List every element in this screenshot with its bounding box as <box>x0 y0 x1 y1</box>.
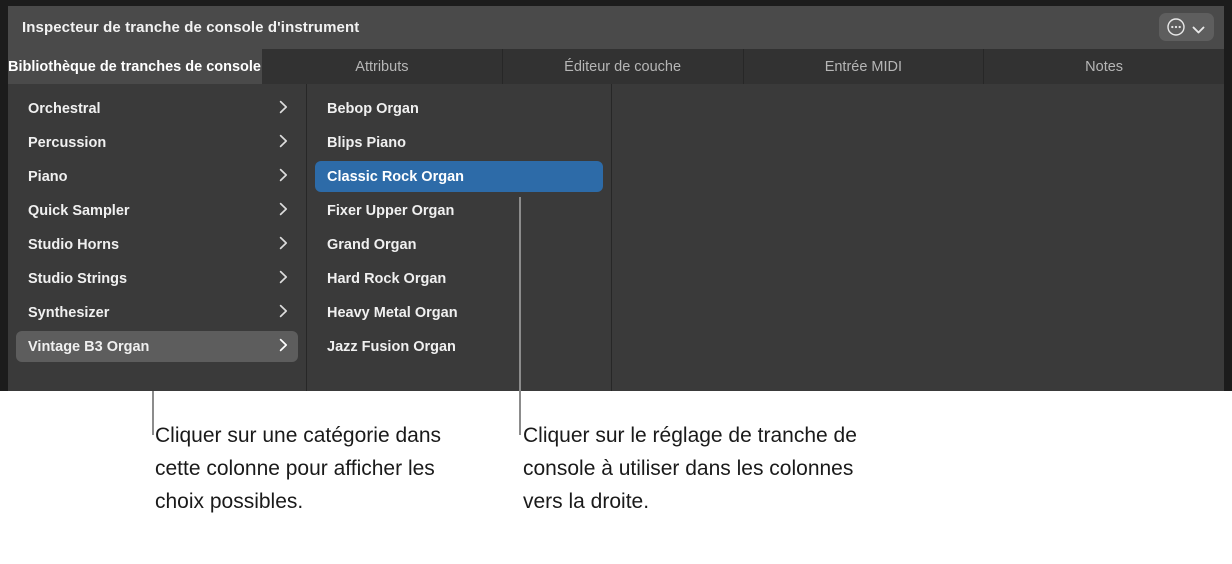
list-item-label: Classic Rock Organ <box>327 168 464 185</box>
tab-label: Notes <box>1085 58 1124 75</box>
list-item-label: Studio Horns <box>28 236 120 253</box>
inspector-tabbar: Bibliothèque de tranches de console Attr… <box>8 49 1224 84</box>
callout-text-categories: Cliquer sur une catégorie dans cette col… <box>155 424 442 513</box>
chevron-right-icon <box>279 338 288 356</box>
chevron-right-icon <box>279 270 288 288</box>
list-item-label: Percussion <box>28 134 107 151</box>
list-item[interactable]: Blips Piano <box>315 127 603 158</box>
callout-annotations: Cliquer sur une catégorie dans cette col… <box>0 197 1232 564</box>
tab-label: Entrée MIDI <box>824 58 903 75</box>
chevron-right-icon <box>279 100 288 118</box>
chevron-right-icon <box>279 168 288 186</box>
ellipsis-circle-icon <box>1167 18 1185 41</box>
list-item-label: Bebop Organ <box>327 100 419 117</box>
chevron-right-icon <box>279 134 288 152</box>
list-item[interactable]: Bebop Organ <box>315 93 603 124</box>
list-item-label: Studio Strings <box>28 270 128 287</box>
list-item-label: Synthesizer <box>28 304 110 321</box>
window-frame: Inspecteur de tranche de console d'instr… <box>8 6 1224 391</box>
tab-attributes[interactable]: Attributs <box>262 49 503 84</box>
list-item-label: Piano <box>28 168 68 185</box>
callout-text-patches: Cliquer sur le réglage de tranche de con… <box>523 424 857 513</box>
instrument-channel-strip-inspector: Inspecteur de tranche de console d'instr… <box>0 0 1232 391</box>
window-titlebar: Inspecteur de tranche de console d'instr… <box>8 6 1224 49</box>
chevron-down-icon <box>1192 22 1205 40</box>
callout-leader-line-1 <box>152 391 154 435</box>
detail-column[interactable] <box>612 84 1224 391</box>
list-item[interactable]: Studio Strings <box>16 263 298 294</box>
patch-column: Bebop Organ Blips Piano Classic Rock Org… <box>307 84 612 391</box>
list-item-label: Fixer Upper Organ <box>327 202 455 219</box>
tab-channel-strip-library[interactable]: Bibliothèque de tranches de console <box>8 49 262 84</box>
tab-label: Bibliothèque de tranches de console <box>8 58 261 75</box>
list-item-label: Grand Organ <box>327 236 417 253</box>
list-item-label: Orchestral <box>28 100 101 117</box>
tab-layer-editor[interactable]: Éditeur de couche <box>502 49 744 84</box>
chevron-right-icon <box>279 304 288 322</box>
list-item-label: Blips Piano <box>327 134 406 151</box>
list-item[interactable]: Fixer Upper Organ <box>315 195 603 226</box>
list-item[interactable]: Hard Rock Organ <box>315 263 603 294</box>
list-item-label: Hard Rock Organ <box>327 270 447 287</box>
list-item[interactable]: Orchestral <box>16 93 298 124</box>
list-item-label: Quick Sampler <box>28 202 130 219</box>
chevron-right-icon <box>279 236 288 254</box>
list-item[interactable]: Jazz Fusion Organ <box>315 331 603 362</box>
tab-label: Éditeur de couche <box>564 58 682 75</box>
page-title: Inspecteur de tranche de console d'instr… <box>22 19 360 36</box>
tab-midi-input[interactable]: Entrée MIDI <box>743 49 985 84</box>
more-options-menu-button[interactable] <box>1159 13 1214 41</box>
list-item[interactable]: Percussion <box>16 127 298 158</box>
category-column: Orchestral Percussion Piano Quick Sample… <box>8 84 307 391</box>
list-item[interactable]: Studio Horns <box>16 229 298 260</box>
list-item[interactable]: Quick Sampler <box>16 195 298 226</box>
list-item-label: Vintage B3 Organ <box>28 338 150 355</box>
callout-leader-line-2 <box>519 197 521 435</box>
list-item[interactable]: Piano <box>16 161 298 192</box>
list-item-vintage-b3-organ[interactable]: Vintage B3 Organ <box>16 331 298 362</box>
tab-label: Attributs <box>355 58 409 75</box>
library-browser: Orchestral Percussion Piano Quick Sample… <box>8 84 1224 391</box>
list-item-label: Jazz Fusion Organ <box>327 338 456 355</box>
list-item[interactable]: Synthesizer <box>16 297 298 328</box>
list-item-label: Heavy Metal Organ <box>327 304 458 321</box>
chevron-right-icon <box>279 202 288 220</box>
list-item[interactable]: Grand Organ <box>315 229 603 260</box>
tab-notes[interactable]: Notes <box>984 49 1224 84</box>
list-item-classic-rock-organ[interactable]: Classic Rock Organ <box>315 161 603 192</box>
list-item[interactable]: Heavy Metal Organ <box>315 297 603 328</box>
